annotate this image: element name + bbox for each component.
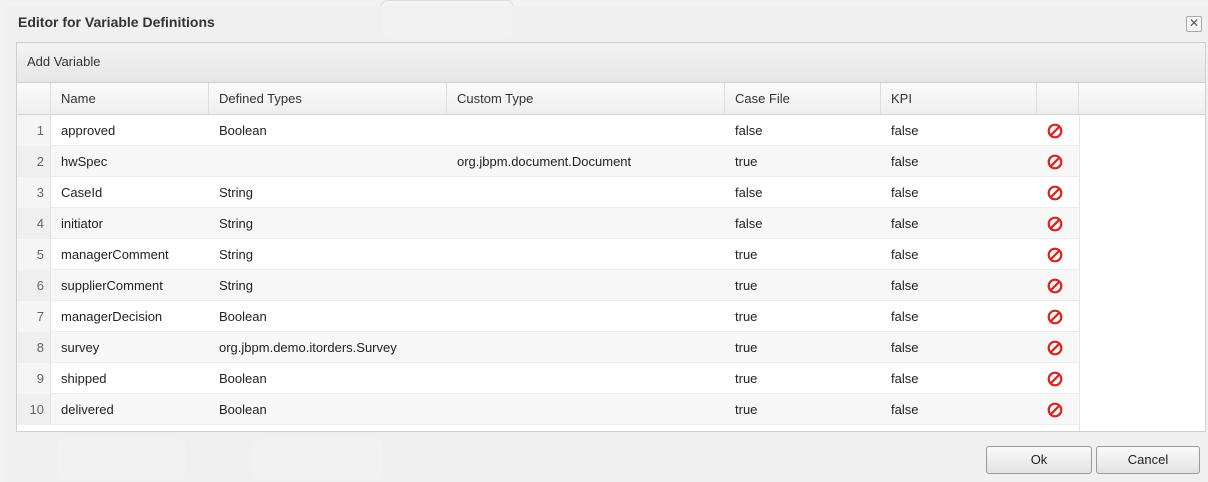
header-case-file[interactable]: Case File [725,83,881,114]
delete-icon[interactable] [1047,309,1063,325]
cell-name[interactable]: survey [51,332,209,363]
cell-defined-type[interactable]: String [209,239,447,270]
grid-toolbar: Add Variable [17,43,1205,83]
cell-defined-type[interactable]: Boolean [209,301,447,332]
cell-kpi[interactable]: false [881,208,1037,239]
cell-kpi[interactable]: false [881,146,1037,177]
table-row[interactable]: 8 survey org.jbpm.demo.itorders.Survey true… [17,332,1079,363]
row-number: 3 [17,177,51,208]
cell-custom-type[interactable] [447,239,725,270]
delete-icon[interactable] [1047,340,1063,356]
cell-case-file[interactable]: true [725,270,881,301]
cell-defined-type[interactable]: org.jbpm.demo.itorders.Survey [209,332,447,363]
grid-header: Name Defined Types Custom Type Case File… [17,83,1205,115]
cell-name[interactable]: hwSpec [51,146,209,177]
variable-editor-dialog: Editor for Variable Definitions ✕ Add Va… [4,6,1208,482]
delete-icon[interactable] [1047,154,1063,170]
cell-custom-type[interactable] [447,208,725,239]
delete-icon[interactable] [1047,402,1063,418]
cell-name[interactable]: shipped [51,363,209,394]
cell-name[interactable]: managerDecision [51,301,209,332]
delete-icon[interactable] [1047,247,1063,263]
row-number: 5 [17,239,51,270]
cell-name[interactable]: initiator [51,208,209,239]
cell-custom-type[interactable] [447,394,725,425]
row-number: 6 [17,270,51,301]
header-rownum [17,83,51,114]
cell-name[interactable]: supplierComment [51,270,209,301]
cell-case-file[interactable]: true [725,239,881,270]
row-number: 9 [17,363,51,394]
cell-case-file[interactable]: false [725,177,881,208]
cell-kpi[interactable]: false [881,363,1037,394]
row-number: 8 [17,332,51,363]
cell-kpi[interactable]: false [881,270,1037,301]
cell-defined-type[interactable]: Boolean [209,394,447,425]
cell-custom-type[interactable]: org.jbpm.document.Document [447,146,725,177]
cell-case-file[interactable]: false [725,208,881,239]
table-row[interactable]: 6 supplierComment String true false [17,270,1079,301]
cell-defined-type[interactable]: Boolean [209,115,447,146]
delete-icon[interactable] [1047,185,1063,201]
cell-case-file[interactable]: true [725,332,881,363]
cell-kpi[interactable]: false [881,239,1037,270]
cell-custom-type[interactable] [447,332,725,363]
delete-icon[interactable] [1047,278,1063,294]
dialog-title: Editor for Variable Definitions [18,14,215,30]
header-kpi[interactable]: KPI [881,83,1037,114]
cell-defined-type[interactable]: String [209,270,447,301]
cell-custom-type[interactable] [447,301,725,332]
table-row[interactable]: 10 delivered Boolean true false [17,394,1079,425]
delete-icon[interactable] [1047,216,1063,232]
grid-empty-area [1079,115,1205,431]
table-row[interactable]: 3 CaseId String false false [17,177,1079,208]
cell-case-file[interactable]: true [725,146,881,177]
delete-icon[interactable] [1047,371,1063,387]
variables-grid-panel: Add Variable Name Defined Types Custom T… [16,42,1206,432]
header-actions [1037,83,1079,114]
table-row[interactable]: 2 hwSpec org.jbpm.document.Document true fal… [17,146,1079,177]
cell-case-file[interactable]: true [725,363,881,394]
row-number: 1 [17,115,51,146]
add-variable-button[interactable]: Add Variable [27,54,100,69]
cell-defined-type[interactable]: String [209,177,447,208]
delete-icon[interactable] [1047,123,1063,139]
cell-case-file[interactable]: true [725,301,881,332]
header-defined-types[interactable]: Defined Types [209,83,447,114]
cell-kpi[interactable]: false [881,394,1037,425]
cell-custom-type[interactable] [447,115,725,146]
cell-custom-type[interactable] [447,270,725,301]
cell-custom-type[interactable] [447,177,725,208]
table-row[interactable]: 9 shipped Boolean true false [17,363,1079,394]
cell-name[interactable]: approved [51,115,209,146]
row-number: 10 [17,394,51,425]
cell-defined-type[interactable]: String [209,208,447,239]
cell-kpi[interactable]: false [881,301,1037,332]
header-custom-type[interactable]: Custom Type [447,83,725,114]
cell-case-file[interactable]: false [725,115,881,146]
table-row[interactable]: 5 managerComment String true false [17,239,1079,270]
cell-name[interactable]: managerComment [51,239,209,270]
cell-kpi[interactable]: false [881,332,1037,363]
cancel-button[interactable]: Cancel [1096,446,1200,474]
close-icon[interactable]: ✕ [1186,16,1202,32]
ok-button[interactable]: Ok [986,446,1092,474]
row-number: 4 [17,208,51,239]
cell-name[interactable]: CaseId [51,177,209,208]
cell-kpi[interactable]: false [881,177,1037,208]
cell-name[interactable]: delivered [51,394,209,425]
cell-custom-type[interactable] [447,363,725,394]
table-row[interactable]: 4 initiator String false false [17,208,1079,239]
table-row[interactable]: 7 managerDecision Boolean true false [17,301,1079,332]
header-name[interactable]: Name [51,83,209,114]
cell-case-file[interactable]: true [725,394,881,425]
cell-defined-type[interactable]: Boolean [209,363,447,394]
row-number: 7 [17,301,51,332]
grid-rows: 1 approved Boolean false false 2 hwSpec org.jbp… [17,115,1079,425]
cell-defined-type[interactable] [209,146,447,177]
cell-kpi[interactable]: false [881,115,1037,146]
table-row[interactable]: 1 approved Boolean false false [17,115,1079,146]
row-number: 2 [17,146,51,177]
